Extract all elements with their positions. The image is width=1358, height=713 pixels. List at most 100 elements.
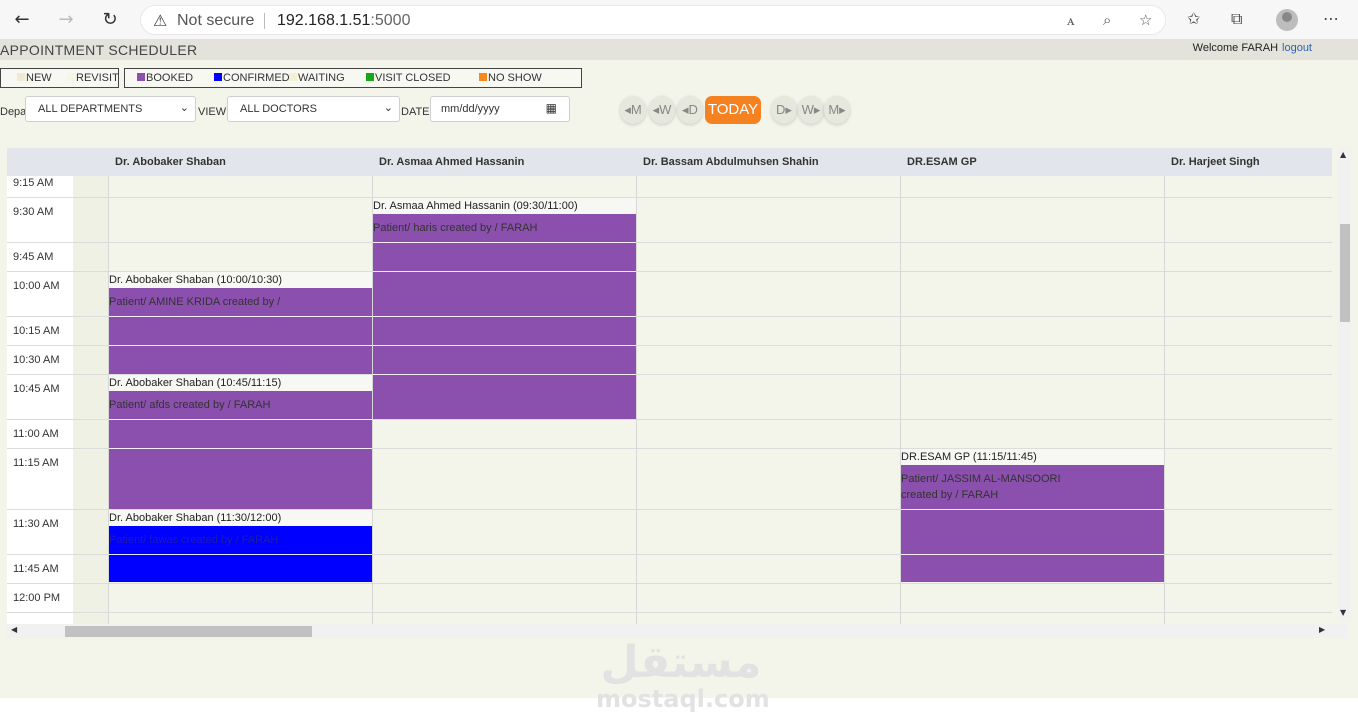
legend-no-show: NO SHOW bbox=[479, 72, 542, 84]
legend-new-swatch bbox=[17, 73, 25, 81]
appointment-block[interactable]: Patient/ fawas created by / FARAH bbox=[109, 526, 372, 582]
welcome-text: Welcome FARAH logout bbox=[1192, 42, 1312, 54]
prev-day-button[interactable]: ◂D bbox=[677, 96, 703, 124]
not-secure-label: Not secure bbox=[177, 12, 255, 29]
doctor-header: Dr. Harjeet Singh bbox=[1171, 156, 1260, 168]
time-label: 9:45 AM bbox=[13, 251, 54, 263]
slot-divider bbox=[373, 271, 636, 272]
legend-booked-swatch bbox=[137, 73, 145, 81]
appointment-block[interactable]: Patient/ JASSIM AL-MANSOORI created by / … bbox=[901, 465, 1164, 582]
appointment-title[interactable]: Dr. Abobaker Shaban (10:00/10:30) bbox=[109, 272, 372, 288]
vertical-scroll-thumb[interactable] bbox=[1340, 224, 1350, 322]
date-input[interactable]: mm/dd/yyyy ▦ bbox=[430, 96, 570, 122]
appointment-patient: Patient/ haris created by / FARAH bbox=[373, 222, 538, 234]
page-title: APPOINTMENT SCHEDULER bbox=[0, 42, 198, 58]
profile-avatar[interactable] bbox=[1276, 9, 1298, 31]
slot-divider bbox=[901, 509, 1164, 510]
legend-visit-closed: VISIT CLOSED bbox=[366, 72, 451, 84]
legend-confirmed: CONFIRMED bbox=[214, 72, 290, 84]
next-month-button[interactable]: M▸ bbox=[824, 96, 850, 124]
scroll-down-icon[interactable]: ▼ bbox=[1340, 608, 1346, 617]
address-bar[interactable]: ⚠ Not secure 192.168.1.51:5000 ꭺ ⌕ ☆ bbox=[140, 5, 1166, 35]
favorites-icon[interactable]: ✩ bbox=[1187, 9, 1200, 28]
legend-visit-type: NEW REVISIT bbox=[0, 68, 119, 88]
prev-month-button[interactable]: ◂M bbox=[620, 96, 646, 124]
time-label: 9:15 AM bbox=[13, 177, 54, 189]
time-label: 10:15 AM bbox=[13, 325, 60, 337]
appointment-patient: Patient/ afds created by / FARAH bbox=[109, 399, 271, 411]
appointment-title[interactable]: Dr. Abobaker Shaban (10:45/11:15) bbox=[109, 375, 372, 391]
appointment-block[interactable]: Patient/ AMINE KRIDA created by / bbox=[109, 288, 372, 374]
reload-icon[interactable]: ↻ bbox=[97, 8, 123, 32]
legend-no-show-swatch bbox=[479, 73, 487, 81]
time-gutter bbox=[73, 176, 108, 638]
back-icon[interactable]: ← bbox=[9, 8, 35, 32]
legend-waiting-swatch bbox=[289, 73, 297, 81]
slot-line bbox=[7, 612, 1332, 613]
legend-waiting: WAITING bbox=[289, 72, 345, 84]
prev-week-button[interactable]: ◂W bbox=[649, 96, 675, 124]
time-label: 11:15 AM bbox=[13, 457, 59, 469]
next-day-button[interactable]: D▸ bbox=[771, 96, 797, 124]
app-header: APPOINTMENT SCHEDULER Welcome FARAH logou… bbox=[0, 40, 1358, 60]
read-aloud-icon[interactable]: ꭺ bbox=[1067, 11, 1075, 29]
horizontal-scroll-thumb[interactable] bbox=[65, 626, 312, 637]
app: APPOINTMENT SCHEDULER Welcome FARAH logou… bbox=[0, 40, 1358, 712]
scroll-up-icon[interactable]: ▲ bbox=[1340, 150, 1346, 159]
slot-divider bbox=[373, 242, 636, 243]
legend-status: BOOKED CONFIRMED WAITING VISIT CLOSED NO… bbox=[124, 68, 582, 88]
appointment-title[interactable]: DR.ESAM GP (11:15/11:45) bbox=[901, 449, 1164, 465]
view-label: VIEW bbox=[198, 106, 227, 118]
doctor-header: Dr. Asmaa Ahmed Hassanin bbox=[379, 156, 525, 168]
scroll-right-icon[interactable]: ▶ bbox=[1319, 625, 1325, 634]
appointment-block[interactable]: Patient/ afds created by / FARAH bbox=[109, 391, 372, 509]
doctor-select[interactable]: ALL DOCTORS ⌄ bbox=[227, 96, 400, 122]
forward-icon[interactable]: → bbox=[53, 8, 79, 32]
legend-confirmed-swatch bbox=[214, 73, 222, 81]
date-label: DATE bbox=[401, 106, 430, 118]
slot-line bbox=[7, 197, 1332, 198]
collections-icon[interactable]: ⧉ bbox=[1231, 9, 1242, 29]
chevron-down-icon: ⌄ bbox=[179, 101, 189, 114]
appointment-patient: Patient/ fawas created by / FARAH bbox=[109, 534, 279, 546]
appointment-title[interactable]: Dr. Abobaker Shaban (11:30/12:00) bbox=[109, 510, 372, 526]
slot-divider bbox=[109, 345, 372, 346]
zoom-icon[interactable]: ⌕ bbox=[1103, 11, 1111, 29]
time-label: 11:45 AM bbox=[13, 563, 59, 575]
add-favorite-icon[interactable]: ☆ bbox=[1139, 11, 1152, 29]
slot-line bbox=[7, 242, 1332, 243]
time-label: 9:30 AM bbox=[13, 206, 54, 218]
slot-divider bbox=[109, 448, 372, 449]
vertical-scrollbar[interactable]: ▲ ▼ bbox=[1338, 148, 1351, 620]
appointment-patient: Patient/ AMINE KRIDA created by / bbox=[109, 296, 281, 308]
time-label: 11:30 AM bbox=[13, 518, 59, 530]
legend-visit-closed-swatch bbox=[366, 73, 374, 81]
more-icon[interactable]: ⋯ bbox=[1323, 9, 1339, 28]
department-select[interactable]: ALL DEPARTMENTS ⌄ bbox=[25, 96, 196, 122]
scheduler-body: 9:15 AM 9:30 AM 9:45 AM 10:00 AM 10:15 A… bbox=[7, 176, 1332, 638]
time-label: 11:00 AM bbox=[13, 428, 59, 440]
doctor-header-row: Dr. Abobaker Shaban Dr. Asmaa Ahmed Hass… bbox=[7, 148, 1332, 176]
today-button[interactable]: TODAY bbox=[705, 96, 761, 124]
legend-revisit: REVISIT bbox=[67, 72, 119, 84]
logout-link[interactable]: logout bbox=[1282, 42, 1312, 54]
chevron-down-icon: ⌄ bbox=[383, 101, 393, 114]
slot-divider bbox=[373, 316, 636, 317]
slot-line bbox=[7, 583, 1332, 584]
legend-revisit-swatch bbox=[67, 73, 75, 81]
doctor-header: DR.ESAM GP bbox=[907, 156, 977, 168]
horizontal-scrollbar[interactable]: ◀ ▶ bbox=[7, 624, 1347, 638]
url-text[interactable]: 192.168.1.51:5000 bbox=[277, 12, 410, 30]
appointment-block[interactable]: Patient/ haris created by / FARAH bbox=[373, 214, 636, 419]
watermark-logo: مستقل mostaql.com bbox=[596, 637, 770, 713]
time-label: 10:00 AM bbox=[13, 280, 60, 292]
next-week-button[interactable]: W▸ bbox=[798, 96, 824, 124]
slot-divider bbox=[901, 554, 1164, 555]
appointment-title[interactable]: Dr. Asmaa Ahmed Hassanin (09:30/11:00) bbox=[373, 198, 636, 214]
scroll-left-icon[interactable]: ◀ bbox=[11, 625, 17, 634]
doctor-header: Dr. Abobaker Shaban bbox=[115, 156, 226, 168]
slot-divider bbox=[109, 419, 372, 420]
slot-divider bbox=[109, 316, 372, 317]
calendar-icon[interactable]: ▦ bbox=[546, 101, 557, 115]
time-label: 10:45 AM bbox=[13, 383, 60, 395]
